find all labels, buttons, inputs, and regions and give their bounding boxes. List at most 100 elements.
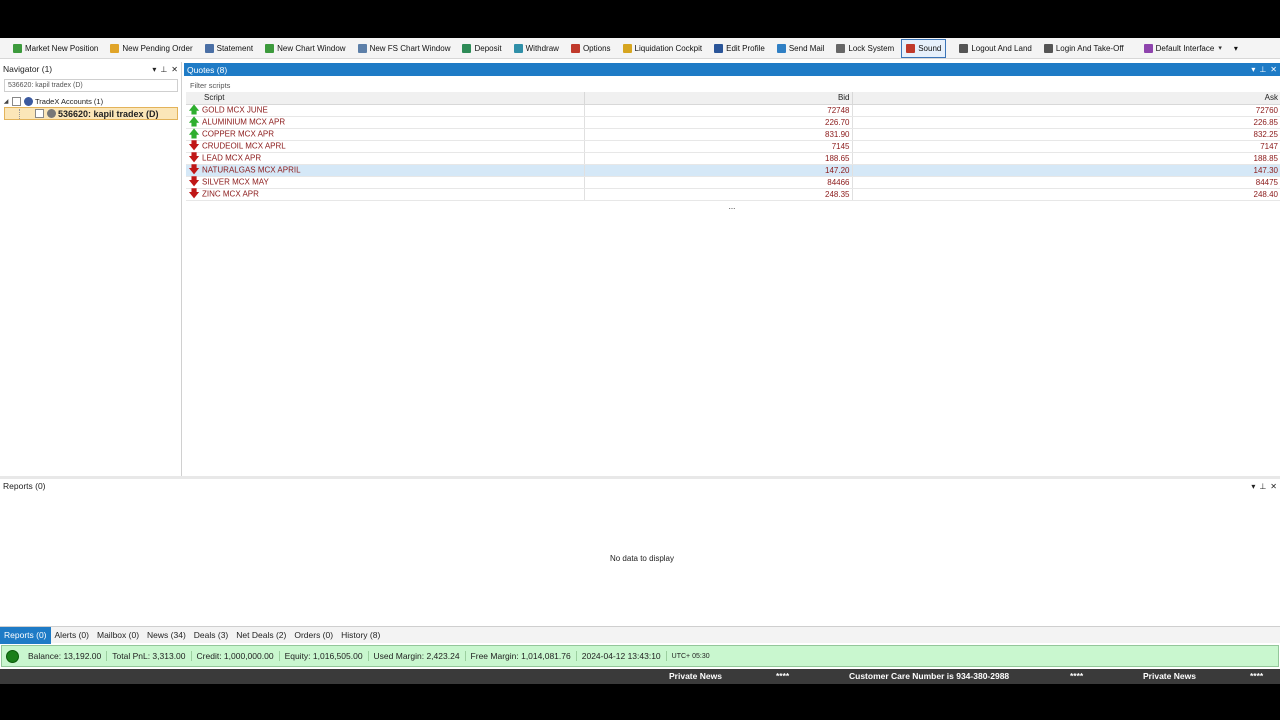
toolbar-overflow-icon[interactable]: ▾ <box>1229 39 1243 58</box>
quote-ask-cell[interactable]: 84475 <box>851 176 1280 189</box>
market-position-icon <box>13 43 22 53</box>
quote-script-cell[interactable]: 🡇 SILVER MCX MAY <box>186 176 584 189</box>
navigator-search-input[interactable]: 536620: kapil tradex (D) <box>4 79 178 92</box>
edit-profile-button[interactable]: Edit Profile <box>709 39 770 58</box>
tab-net-deals[interactable]: Net Deals (2) <box>232 627 290 644</box>
quote-row[interactable]: 🡇 NATURALGAS MCX APRIL 147.20 147.30 <box>186 163 1280 177</box>
quote-script-cell[interactable]: 🡇 CRUDEOIL MCX APRL <box>186 140 584 153</box>
withdraw-button[interactable]: Withdraw <box>509 39 564 58</box>
dropdown-icon[interactable]: ▾ <box>1251 65 1255 74</box>
quote-ask-cell[interactable]: 188.85 <box>851 152 1280 165</box>
chart-icon <box>265 43 275 53</box>
quotes-panel: Quotes (8) ▾ ⊥ ✕ Filter scripts Script B… <box>184 63 1280 476</box>
quote-ask-cell[interactable]: 226.85 <box>851 116 1280 129</box>
send-mail-button[interactable]: Send Mail <box>772 39 830 58</box>
utc-offset: UTC+ 05:30 <box>671 652 710 660</box>
statement-button[interactable]: Statement <box>200 39 258 58</box>
liquidation-cockpit-button[interactable]: Liquidation Cockpit <box>618 39 708 58</box>
quote-script-cell[interactable]: 🡇 NATURALGAS MCX APRIL <box>186 163 584 177</box>
quote-script-name: COPPER MCX APR <box>202 129 275 139</box>
column-header-ask[interactable]: Ask <box>851 92 1280 105</box>
lock-system-button[interactable]: Lock System <box>831 39 899 58</box>
tree-account-item[interactable]: 536620: kapil tradex (D) <box>4 107 178 120</box>
quote-script-name: CRUDEOIL MCX APRL <box>202 141 286 151</box>
account-checkbox[interactable] <box>35 109 44 118</box>
tab-orders[interactable]: Orders (0) <box>290 627 337 644</box>
chevron-down-icon[interactable]: ▾ <box>1218 44 1222 52</box>
user-icon <box>47 109 56 118</box>
tab-deals[interactable]: Deals (3) <box>190 627 232 644</box>
tab-history[interactable]: History (8) <box>337 627 384 644</box>
root-checkbox[interactable] <box>12 96 21 106</box>
arrow-down-icon: 🡇 <box>188 163 200 176</box>
default-interface-button[interactable]: Default Interface ▾ <box>1139 39 1227 58</box>
quotes-title: Quotes (8) <box>187 64 228 75</box>
quote-script-cell[interactable]: 🡅 COPPER MCX APR <box>186 128 584 141</box>
market-new-position-button[interactable]: Market New Position <box>8 39 103 58</box>
quote-script-cell[interactable]: 🡇 ZINC MCX APR <box>186 188 584 201</box>
ticker-separator: **** <box>776 671 790 681</box>
quote-row[interactable]: 🡅 ALUMINIUM MCX APR 226.70 226.85 <box>186 116 1280 129</box>
logout-and-land-label: Logout And Land <box>971 43 1032 53</box>
close-icon[interactable]: ✕ <box>1270 482 1277 491</box>
expand-triangle-icon[interactable]: ◢ <box>0 98 12 105</box>
dropdown-icon[interactable]: ▾ <box>152 65 156 74</box>
quote-bid-cell[interactable]: 72748 <box>583 104 852 117</box>
new-fs-chart-window-label: New FS Chart Window <box>369 43 451 53</box>
quote-row[interactable]: 🡅 COPPER MCX APR 831.90 832.25 <box>186 128 1280 141</box>
quote-row[interactable]: 🡅 GOLD MCX JUNE 72748 72760 <box>186 104 1280 117</box>
deposit-button[interactable]: Deposit <box>457 39 506 58</box>
default-interface-label: Default Interface <box>1155 43 1215 53</box>
ticker-item: Private News <box>1143 671 1196 681</box>
filter-scripts-input[interactable]: Filter scripts <box>186 79 1278 92</box>
quote-script-cell[interactable]: 🡇 LEAD MCX APR <box>186 152 584 165</box>
quote-bid-cell[interactable]: 7145 <box>583 140 852 153</box>
login-and-take-off-button[interactable]: Login And Take-Off <box>1039 39 1129 58</box>
new-fs-chart-window-button[interactable]: New FS Chart Window <box>353 39 456 58</box>
login-and-take-off-label: Login And Take-Off <box>1055 43 1124 53</box>
quote-row[interactable]: 🡇 LEAD MCX APR 188.65 188.85 <box>186 152 1280 165</box>
pin-icon[interactable]: ⊥ <box>160 65 167 74</box>
pin-icon[interactable]: ⊥ <box>1259 482 1266 491</box>
tab-mailbox[interactable]: Mailbox (0) <box>93 627 143 644</box>
quote-bid-cell[interactable]: 226.70 <box>583 116 852 129</box>
quote-ask-cell[interactable]: 72760 <box>851 104 1280 117</box>
tree-line <box>19 108 35 119</box>
quote-script-cell[interactable]: 🡅 GOLD MCX JUNE <box>186 104 584 117</box>
quote-bid-cell[interactable]: 84466 <box>583 176 852 189</box>
quote-row[interactable]: 🡇 ZINC MCX APR 248.35 248.40 <box>186 188 1280 201</box>
quote-row[interactable]: 🡇 CRUDEOIL MCX APRL 7145 7147 <box>186 140 1280 153</box>
quote-ask-cell[interactable]: 248.40 <box>851 188 1280 201</box>
quote-bid-cell[interactable]: 147.20 <box>583 164 852 177</box>
pin-icon[interactable]: ⊥ <box>1259 65 1266 74</box>
statement-label: Statement <box>216 43 254 53</box>
close-icon[interactable]: ✕ <box>171 65 178 74</box>
mail-icon <box>776 43 786 53</box>
logout-and-land-button[interactable]: Logout And Land <box>954 39 1037 58</box>
tree-root[interactable]: ◢ TradeX Accounts (1) <box>0 95 181 107</box>
tab-news[interactable]: News (34) <box>143 627 190 644</box>
quote-script-name: SILVER MCX MAY <box>202 177 269 187</box>
dropdown-icon[interactable]: ▾ <box>1251 482 1255 491</box>
sound-button[interactable]: Sound <box>901 38 947 58</box>
tab-reports[interactable]: Reports (0) <box>0 626 51 644</box>
quote-bid-cell[interactable]: 831.90 <box>583 128 852 141</box>
connection-status-icon <box>6 649 19 663</box>
quote-ask-cell[interactable]: 7147 <box>851 140 1280 153</box>
quote-row[interactable]: 🡇 SILVER MCX MAY 84466 84475 <box>186 176 1280 189</box>
tab-alerts[interactable]: Alerts (0) <box>51 627 93 644</box>
account-status-bar: Balance: 13,192.00 Total PnL: 3,313.00 C… <box>1 645 1279 667</box>
quote-ask-cell[interactable]: 147.30 <box>851 164 1280 177</box>
options-button[interactable]: Options <box>566 39 616 58</box>
more-indicator[interactable]: ... <box>184 202 1280 211</box>
quote-ask-cell[interactable]: 832.25 <box>851 128 1280 141</box>
quote-bid-cell[interactable]: 188.65 <box>583 152 852 165</box>
column-header-bid[interactable]: Bid <box>583 92 852 105</box>
quote-bid-cell[interactable]: 248.35 <box>583 188 852 201</box>
quote-script-cell[interactable]: 🡅 ALUMINIUM MCX APR <box>186 116 584 129</box>
new-chart-window-button[interactable]: New Chart Window <box>260 39 350 58</box>
quote-script-name: NATURALGAS MCX APRIL <box>202 165 301 175</box>
column-header-script[interactable]: Script <box>186 92 584 105</box>
close-icon[interactable]: ✕ <box>1270 65 1277 74</box>
new-pending-order-button[interactable]: New Pending Order <box>105 39 197 58</box>
